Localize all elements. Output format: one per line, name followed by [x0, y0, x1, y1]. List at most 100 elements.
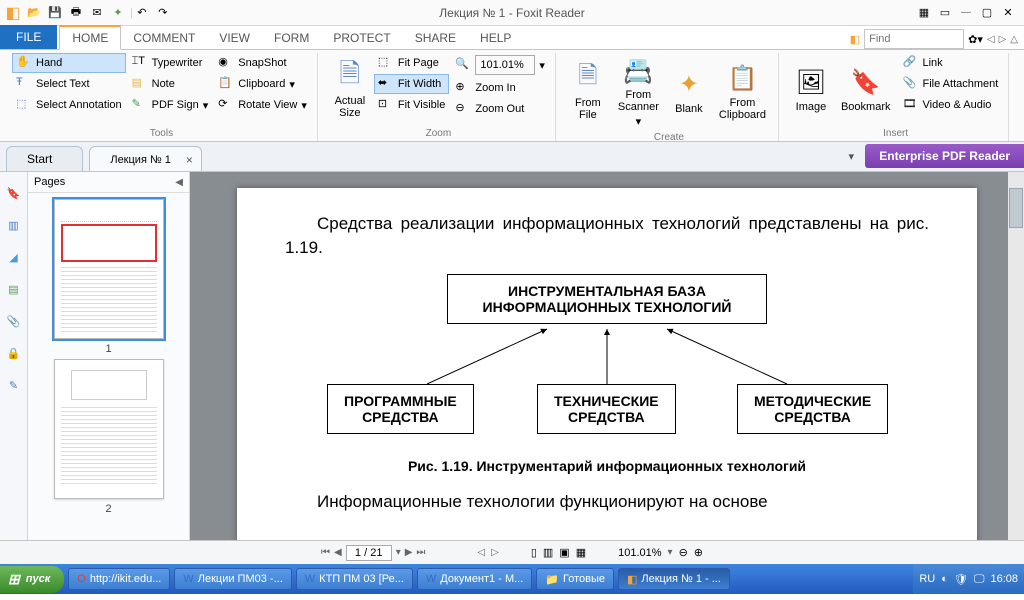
clock[interactable]: 16:08 [990, 573, 1018, 585]
collapse-panel-icon[interactable]: ◀ [175, 177, 183, 188]
doc-tab-active[interactable]: Лекция № 1× [89, 146, 202, 171]
close-icon[interactable]: ✕ [999, 4, 1017, 22]
promo-banner[interactable]: Enterprise PDF Reader [865, 144, 1024, 168]
pdf-sign-tool[interactable]: ✎PDF Sign ▾ [128, 95, 213, 115]
vertical-scrollbar[interactable] [1008, 172, 1024, 540]
tab-protect[interactable]: PROTECT [321, 25, 402, 49]
taskbar-item-5[interactable]: ◧Лекция № 1 - ... [618, 568, 730, 590]
minimize-icon[interactable]: — [957, 4, 975, 22]
fit-page-button[interactable]: ⬚Fit Page [374, 53, 449, 73]
search-input[interactable] [864, 29, 964, 49]
thumbnail-1[interactable] [54, 199, 164, 339]
select-text-tool[interactable]: ŦSelect Text [12, 74, 126, 94]
group-view: 🗎 Actual Size ⬚Fit Page ⬌Fit Width ⊡Fit … [322, 53, 556, 141]
tab-form[interactable]: FORM [262, 25, 321, 49]
taskbar-item-3[interactable]: WДокумент1 - M... [417, 568, 532, 590]
comments-panel-icon[interactable]: ▤ [5, 280, 23, 298]
zoom-out-button[interactable]: ⊖Zoom Out [451, 99, 549, 119]
bookmark-panel-icon[interactable]: 🔖 [5, 184, 23, 202]
pages-panel-icon[interactable]: ▥ [5, 216, 23, 234]
ribbon-mode-icon[interactable]: ▦ [915, 4, 933, 22]
app-small-icon: ◧ [850, 33, 860, 46]
snapshot-tool[interactable]: ◉SnapShot [214, 53, 311, 73]
arrange-button[interactable]: ▦Arrange▾ [1019, 53, 1024, 126]
from-scanner-button[interactable]: 📇From Scanner▾ [612, 53, 665, 130]
taskbar-item-2[interactable]: WКТП ПМ 03 [Ре... [296, 568, 413, 590]
pdf-page: Средства реализации информационных техно… [237, 188, 977, 540]
tray-icon-3[interactable]: 🖵 [974, 573, 985, 586]
doc-paragraph-1: Средства реализации информационных техно… [285, 212, 929, 260]
start-button[interactable]: ⊞пуск [0, 566, 64, 593]
signatures-panel-icon[interactable]: ✎ [5, 376, 23, 394]
zoom-in-button[interactable]: ⊕Zoom In [451, 78, 549, 98]
select-annotation-tool[interactable]: ⬚Select Annotation [12, 95, 126, 115]
blank-button[interactable]: ✦Blank [667, 53, 711, 130]
tab-home[interactable]: HOME [59, 25, 121, 50]
tab-view[interactable]: VIEW [207, 25, 262, 49]
tab-comment[interactable]: COMMENT [121, 25, 207, 49]
settings-icon[interactable]: ✿▾ [968, 33, 983, 46]
group-tools: ✋Hand ŦSelect Text ⬚Select Annotation ⌶T… [6, 53, 318, 141]
bookmark-button[interactable]: 🔖Bookmark [835, 53, 897, 126]
file-tab[interactable]: FILE [0, 25, 57, 49]
actual-size-button[interactable]: 🗎 Actual Size [328, 53, 372, 126]
facing-icon[interactable]: ▣ [559, 546, 569, 559]
single-page-icon[interactable]: ▯ [531, 546, 537, 559]
tray-icon-2[interactable]: 🛡 [954, 573, 968, 586]
attachments-panel-icon[interactable]: 📎 [5, 312, 23, 330]
layers-panel-icon[interactable]: ◢ [5, 248, 23, 266]
save-icon[interactable]: 💾 [46, 4, 64, 22]
new-icon[interactable]: ✦ [109, 4, 127, 22]
page-number-input[interactable] [346, 545, 392, 561]
link-button[interactable]: 🔗Link [899, 53, 1003, 73]
print-icon[interactable]: 🖶 [67, 4, 85, 22]
doc-paragraph-2: Информационные технологии функционируют … [285, 490, 929, 514]
next-page-icon[interactable]: ▶ [405, 547, 413, 558]
fit-width-button[interactable]: ⬌Fit Width [374, 74, 449, 94]
tray-icon[interactable]: ◐ [941, 573, 948, 585]
doc-tab-start[interactable]: Start [6, 146, 83, 171]
nav-back-icon[interactable]: ◁ [477, 547, 485, 558]
typewriter-tool[interactable]: ⌶TTypewriter [128, 53, 213, 73]
undo-icon[interactable]: ↶ [133, 4, 151, 22]
language-indicator[interactable]: RU [919, 573, 935, 585]
open-icon[interactable]: 📂 [25, 4, 43, 22]
collapse-ribbon-icon[interactable]: △ [1010, 34, 1018, 45]
zoom-value[interactable]: 🔍101.01%▾ [451, 53, 549, 77]
zoom-out-status-icon[interactable]: ⊖ [679, 546, 688, 559]
continuous-facing-icon[interactable]: ▦ [576, 546, 586, 559]
close-tab-icon[interactable]: × [186, 153, 193, 167]
next-find-icon[interactable]: ▷ [999, 34, 1007, 45]
video-audio-button[interactable]: 🎞Video & Audio [899, 95, 1003, 115]
last-page-icon[interactable]: ⏭ [416, 547, 425, 558]
rotate-view-tool[interactable]: ⟳Rotate View ▾ [214, 95, 311, 115]
tabs-menu-icon[interactable]: ▾ [848, 150, 854, 163]
first-page-icon[interactable]: ⏮ [321, 547, 330, 558]
diagram-box-a: ПРОГРАММНЫЕ СРЕДСТВА [327, 384, 474, 434]
taskbar-item-1[interactable]: WЛекции ПМ03 -... [174, 568, 291, 590]
minimize-ribbon-icon[interactable]: ▭ [936, 4, 954, 22]
zoom-in-status-icon[interactable]: ⊕ [694, 546, 703, 559]
from-file-button[interactable]: 🗎From File [566, 53, 610, 130]
prev-find-icon[interactable]: ◁ [987, 34, 995, 45]
tab-help[interactable]: HELP [468, 25, 523, 49]
tab-share[interactable]: SHARE [403, 25, 468, 49]
nav-forward-icon[interactable]: ▷ [491, 547, 499, 558]
taskbar-item-4[interactable]: 📁Готовые [536, 568, 614, 590]
security-panel-icon[interactable]: 🔒 [5, 344, 23, 362]
maximize-icon[interactable]: ▢ [978, 4, 996, 22]
note-tool[interactable]: ▤Note [128, 74, 213, 94]
file-attachment-button[interactable]: 📎File Attachment [899, 74, 1003, 94]
document-view[interactable]: Средства реализации информационных техно… [190, 172, 1024, 540]
fit-visible-button[interactable]: ⊡Fit Visible [374, 95, 449, 115]
clipboard-tool[interactable]: 📋Clipboard ▾ [214, 74, 311, 94]
taskbar-item-0[interactable]: Ohttp://ikit.edu... [68, 568, 170, 590]
mail-icon[interactable]: ✉ [88, 4, 106, 22]
continuous-icon[interactable]: ▥ [543, 546, 553, 559]
from-clipboard-button[interactable]: 📋From Clipboard [713, 53, 772, 130]
image-button[interactable]: 🖼Image [789, 53, 833, 126]
thumbnail-2[interactable] [54, 359, 164, 499]
hand-tool[interactable]: ✋Hand [12, 53, 126, 73]
prev-page-icon[interactable]: ◀ [334, 547, 342, 558]
redo-icon[interactable]: ↷ [154, 4, 172, 22]
